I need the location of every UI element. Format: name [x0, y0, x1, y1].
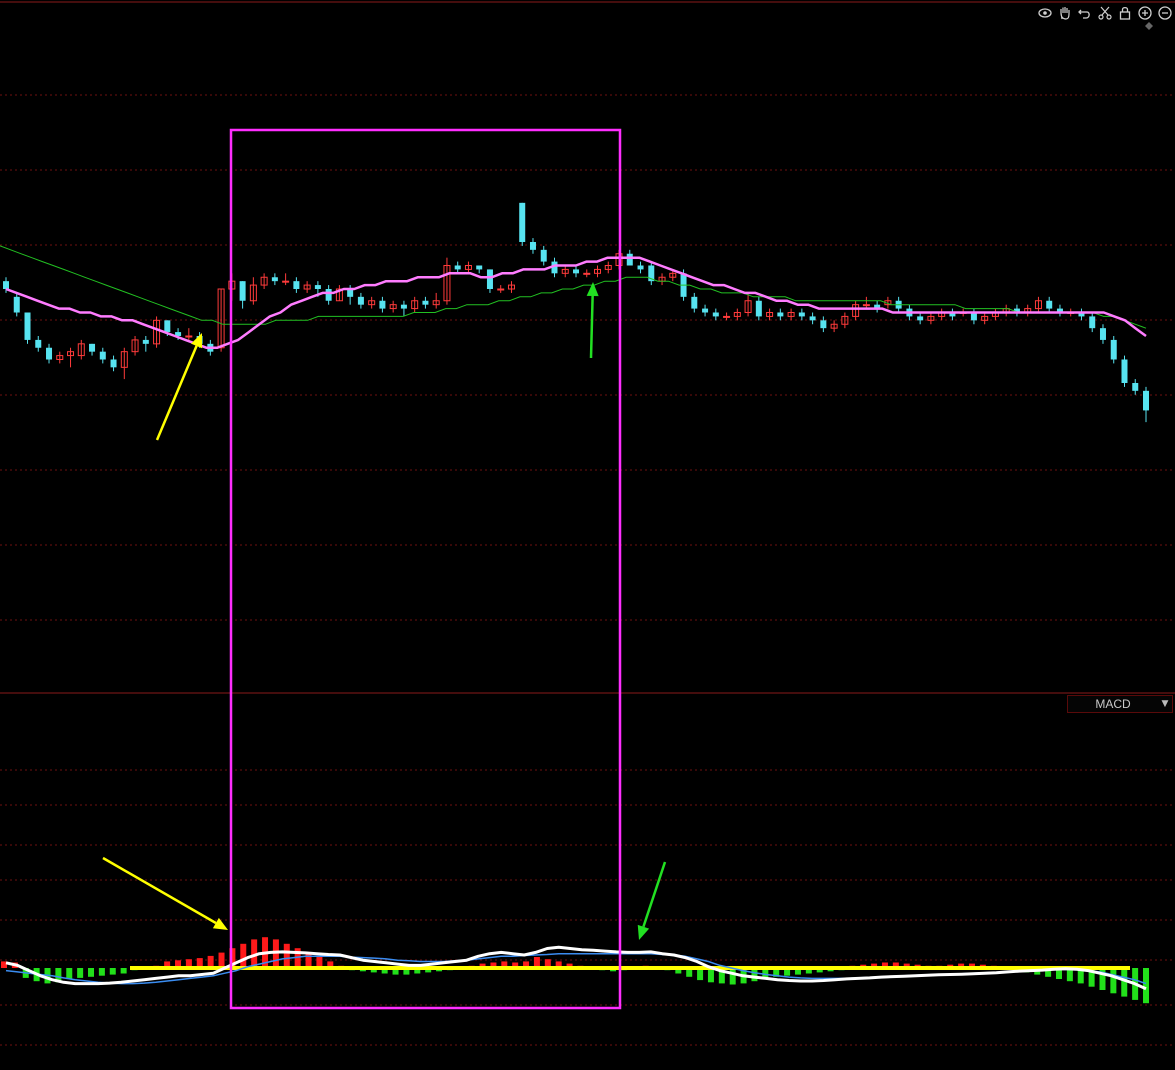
candle-body	[723, 315, 731, 318]
macd-bar	[305, 952, 312, 968]
candle-body	[809, 316, 816, 321]
candle	[24, 312, 31, 344]
chart-canvas[interactable]	[0, 0, 1175, 1070]
candle-body	[1110, 339, 1117, 360]
candle-body	[164, 320, 171, 333]
candle-body	[46, 347, 53, 360]
candle-body	[1099, 328, 1106, 340]
candle-body	[529, 242, 536, 250]
candle-body	[712, 312, 719, 317]
macd-bar	[66, 968, 73, 979]
macd-bar	[109, 968, 116, 975]
eye-button[interactable]	[1037, 5, 1053, 21]
candle-body	[239, 281, 246, 301]
scissors-button[interactable]	[1097, 5, 1113, 21]
candle-body	[1046, 300, 1053, 309]
candle-body	[497, 288, 505, 291]
zoom-out-icon	[1158, 6, 1172, 20]
candle-body	[293, 281, 300, 289]
candle-body	[777, 312, 784, 317]
candle	[519, 202, 526, 246]
candle-body	[573, 269, 579, 274]
zoom-in-icon	[1138, 6, 1152, 20]
stock-chart[interactable]: MACD ▼	[0, 0, 1175, 1070]
arrow-shaft	[589, 295, 594, 359]
macd-bar	[1110, 968, 1117, 994]
macd-bar	[98, 968, 105, 976]
candle-body	[820, 320, 827, 329]
zoom-in-button[interactable]	[1137, 5, 1153, 21]
eye-icon	[1038, 8, 1052, 18]
macd-bar	[218, 952, 225, 968]
candle-body	[519, 202, 526, 242]
candle	[1110, 336, 1117, 364]
candle-body	[110, 359, 117, 368]
candle-body	[798, 312, 805, 317]
hand-button[interactable]	[1057, 5, 1073, 21]
candle-body	[379, 300, 386, 309]
candle-body	[1143, 390, 1149, 411]
candle-body	[422, 300, 429, 305]
macd-bar	[729, 968, 736, 985]
undo-button[interactable]	[1077, 5, 1093, 21]
candle-body	[583, 272, 591, 275]
candle-body	[142, 339, 149, 344]
candle-body	[476, 265, 483, 270]
candle-body	[1132, 383, 1139, 391]
candle-body	[454, 265, 461, 270]
macd-bar	[1143, 968, 1149, 1004]
candle-body	[691, 296, 698, 309]
candle	[1121, 355, 1128, 387]
candle-body	[486, 269, 493, 289]
candle-body	[540, 249, 547, 262]
candle-body	[35, 339, 42, 348]
candle-body	[400, 304, 407, 309]
candle-body	[862, 304, 870, 307]
zoom-out-button[interactable]	[1157, 5, 1173, 21]
undo-icon	[1078, 9, 1090, 19]
chevron-down-icon: ▼	[1161, 699, 1169, 709]
candle-body	[1089, 316, 1096, 329]
candle-body	[271, 277, 278, 282]
scissors-icon	[1098, 6, 1112, 20]
candle-body	[89, 343, 96, 352]
candle-body	[755, 300, 762, 317]
macd-bar	[707, 968, 714, 983]
candle-body	[3, 281, 9, 289]
hand-icon	[1060, 7, 1070, 20]
chart-toolbar	[1037, 4, 1173, 22]
candle-body	[626, 253, 633, 266]
candle-body	[917, 316, 924, 321]
macd-bar	[283, 943, 290, 968]
candle-body	[325, 289, 332, 301]
macd-bar	[88, 968, 95, 977]
candle-body	[24, 312, 31, 340]
candle-body	[314, 285, 321, 289]
candle-body	[99, 351, 106, 360]
lock-icon	[1119, 6, 1131, 20]
candle-body	[702, 308, 709, 313]
candle-body	[282, 280, 290, 283]
indicator-label: MACD	[1095, 697, 1131, 711]
diamond-marker-icon	[1145, 22, 1153, 30]
macd-bar	[240, 943, 247, 968]
chart-background	[0, 0, 1175, 1070]
macd-bar	[77, 968, 84, 978]
lock-button[interactable]	[1117, 5, 1133, 21]
macd-bar	[120, 968, 127, 974]
candle-body	[637, 265, 644, 270]
candle-body	[357, 296, 364, 305]
candle-body	[1121, 359, 1128, 383]
indicator-select[interactable]: MACD ▼	[1067, 695, 1173, 713]
candle-body	[185, 335, 193, 338]
candle-body	[13, 296, 20, 313]
